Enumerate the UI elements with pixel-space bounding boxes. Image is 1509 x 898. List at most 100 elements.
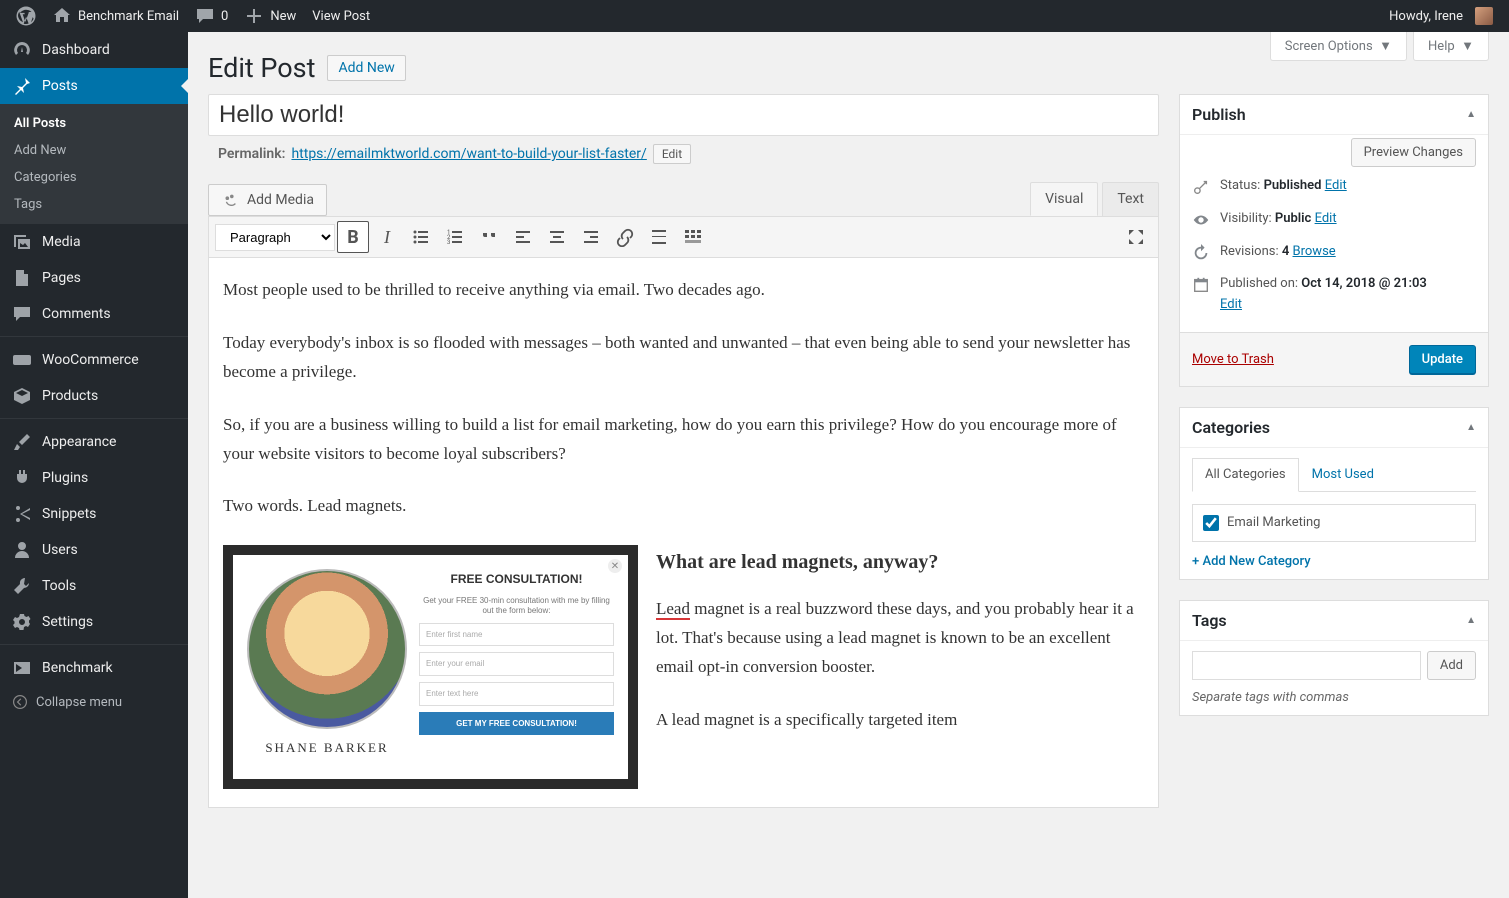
tags-hint: Separate tags with commas <box>1192 690 1476 705</box>
user-icon <box>12 540 32 560</box>
quote-button[interactable] <box>473 221 505 253</box>
wp-logo[interactable] <box>8 0 44 32</box>
sidebar-item-posts[interactable]: Posts <box>0 68 188 104</box>
quote-icon <box>479 227 499 247</box>
tags-box: Tags▲ Add Separate tags with commas <box>1179 600 1489 716</box>
portrait-image <box>247 569 407 729</box>
plus-icon <box>244 6 264 26</box>
sidebar-item-woocommerce[interactable]: WooCommerce <box>0 342 188 378</box>
preview-changes-button[interactable]: Preview Changes <box>1351 138 1476 167</box>
italic-button[interactable]: I <box>371 221 403 253</box>
sidebar-sub-tags[interactable]: Tags <box>0 191 188 218</box>
publish-box-header[interactable]: Publish▲ <box>1180 95 1488 135</box>
tab-text[interactable]: Text <box>1102 182 1159 216</box>
woo-icon <box>12 350 32 370</box>
status-edit-link[interactable]: Edit <box>1325 178 1347 193</box>
format-select[interactable]: Paragraph <box>215 224 335 251</box>
tab-visual[interactable]: Visual <box>1030 182 1098 216</box>
content-paragraph: A lead magnet is a specifically targeted… <box>656 706 1144 735</box>
sidebar-item-media[interactable]: Media <box>0 224 188 260</box>
number-list-button[interactable]: 123 <box>439 221 471 253</box>
site-link[interactable]: Benchmark Email <box>44 0 187 32</box>
link-button[interactable] <box>609 221 641 253</box>
fullscreen-icon <box>1126 227 1146 247</box>
new-link[interactable]: New <box>236 0 304 32</box>
revisions-icon <box>1192 244 1210 262</box>
revisions-browse-link[interactable]: Browse <box>1293 244 1336 259</box>
sidebar-item-snippets[interactable]: Snippets <box>0 496 188 532</box>
tab-most-used[interactable]: Most Used <box>1299 458 1387 491</box>
comments-link[interactable]: 0 <box>187 0 236 32</box>
media-icon <box>221 191 239 209</box>
align-right-button[interactable] <box>575 221 607 253</box>
screen-options-button[interactable]: Screen Options ▼ <box>1270 32 1407 61</box>
align-center-icon <box>547 227 567 247</box>
permalink-row: Permalink: https://emailmktworld.com/wan… <box>208 136 1159 164</box>
readmore-icon <box>649 227 669 247</box>
collapse-icon <box>12 694 28 710</box>
product-icon <box>12 386 32 406</box>
sidebar-item-users[interactable]: Users <box>0 532 188 568</box>
sidebar-sub-all-posts[interactable]: All Posts <box>0 110 188 137</box>
content-image: SHANE BARKER FREE CONSULTATION! Get your… <box>223 545 638 789</box>
comment-icon <box>12 304 32 324</box>
sidebar-item-products[interactable]: Products <box>0 378 188 414</box>
sidebar-item-benchmark[interactable]: Benchmark <box>0 650 188 686</box>
svg-text:3: 3 <box>447 239 450 246</box>
collapse-icon: ▲ <box>1466 422 1476 433</box>
permalink-label: Permalink: <box>218 146 285 162</box>
align-left-icon <box>513 227 533 247</box>
add-new-post-button[interactable]: Add New <box>327 55 405 81</box>
settings-icon <box>12 612 32 632</box>
admin-sidebar: Dashboard Posts All Posts Add New Catego… <box>0 32 188 898</box>
readmore-button[interactable] <box>643 221 675 253</box>
category-checkbox[interactable] <box>1203 515 1219 531</box>
bold-button[interactable]: B <box>337 221 369 253</box>
add-tag-button[interactable]: Add <box>1427 651 1476 680</box>
page-icon <box>12 268 32 288</box>
post-title-input[interactable] <box>208 94 1159 136</box>
add-new-category-link[interactable]: + Add New Category <box>1192 554 1311 569</box>
editor-content[interactable]: Most people used to be thrilled to recei… <box>208 258 1159 808</box>
move-to-trash-link[interactable]: Move to Trash <box>1192 352 1274 367</box>
update-button[interactable]: Update <box>1409 345 1476 374</box>
fullscreen-button[interactable] <box>1120 221 1152 253</box>
sidebar-item-appearance[interactable]: Appearance <box>0 424 188 460</box>
publish-box: Publish▲ Preview Changes Status: Publish… <box>1179 94 1489 387</box>
permalink-edit-button[interactable]: Edit <box>653 144 691 164</box>
benchmark-icon <box>12 658 32 678</box>
sidebar-item-dashboard[interactable]: Dashboard <box>0 32 188 68</box>
sidebar-sub-categories[interactable]: Categories <box>0 164 188 191</box>
visibility-edit-link[interactable]: Edit <box>1315 211 1337 226</box>
sidebar-item-comments[interactable]: Comments <box>0 296 188 332</box>
kitchen-sink-button[interactable] <box>677 221 709 253</box>
help-button[interactable]: Help ▼ <box>1413 32 1489 61</box>
categories-box-header[interactable]: Categories▲ <box>1180 408 1488 448</box>
published-edit-link[interactable]: Edit <box>1220 297 1242 312</box>
sidebar-item-tools[interactable]: Tools <box>0 568 188 604</box>
avatar <box>1475 7 1493 25</box>
tag-input[interactable] <box>1192 651 1421 680</box>
eye-icon <box>1192 211 1210 229</box>
bullet-list-button[interactable] <box>405 221 437 253</box>
sidebar-item-settings[interactable]: Settings <box>0 604 188 640</box>
calendar-icon <box>1192 276 1210 294</box>
tab-all-categories[interactable]: All Categories <box>1192 458 1299 492</box>
media-icon <box>12 232 32 252</box>
add-media-button[interactable]: Add Media <box>208 184 327 216</box>
collapse-icon: ▲ <box>1466 109 1476 120</box>
collapse-menu[interactable]: Collapse menu <box>0 686 188 718</box>
view-post-link[interactable]: View Post <box>304 0 378 32</box>
align-center-button[interactable] <box>541 221 573 253</box>
sidebar-sub-add-new[interactable]: Add New <box>0 137 188 164</box>
permalink-url[interactable]: https://emailmktworld.com/want-to-build-… <box>291 146 646 162</box>
sidebar-item-plugins[interactable]: Plugins <box>0 460 188 496</box>
tags-box-header[interactable]: Tags▲ <box>1180 601 1488 641</box>
category-item[interactable]: Email Marketing <box>1203 515 1465 531</box>
sidebar-item-pages[interactable]: Pages <box>0 260 188 296</box>
page-heading: Edit Post <box>208 52 315 84</box>
align-right-icon <box>581 227 601 247</box>
align-left-button[interactable] <box>507 221 539 253</box>
user-greeting[interactable]: Howdy, Irene <box>1381 0 1501 32</box>
toolbar-toggle-icon <box>683 227 703 247</box>
